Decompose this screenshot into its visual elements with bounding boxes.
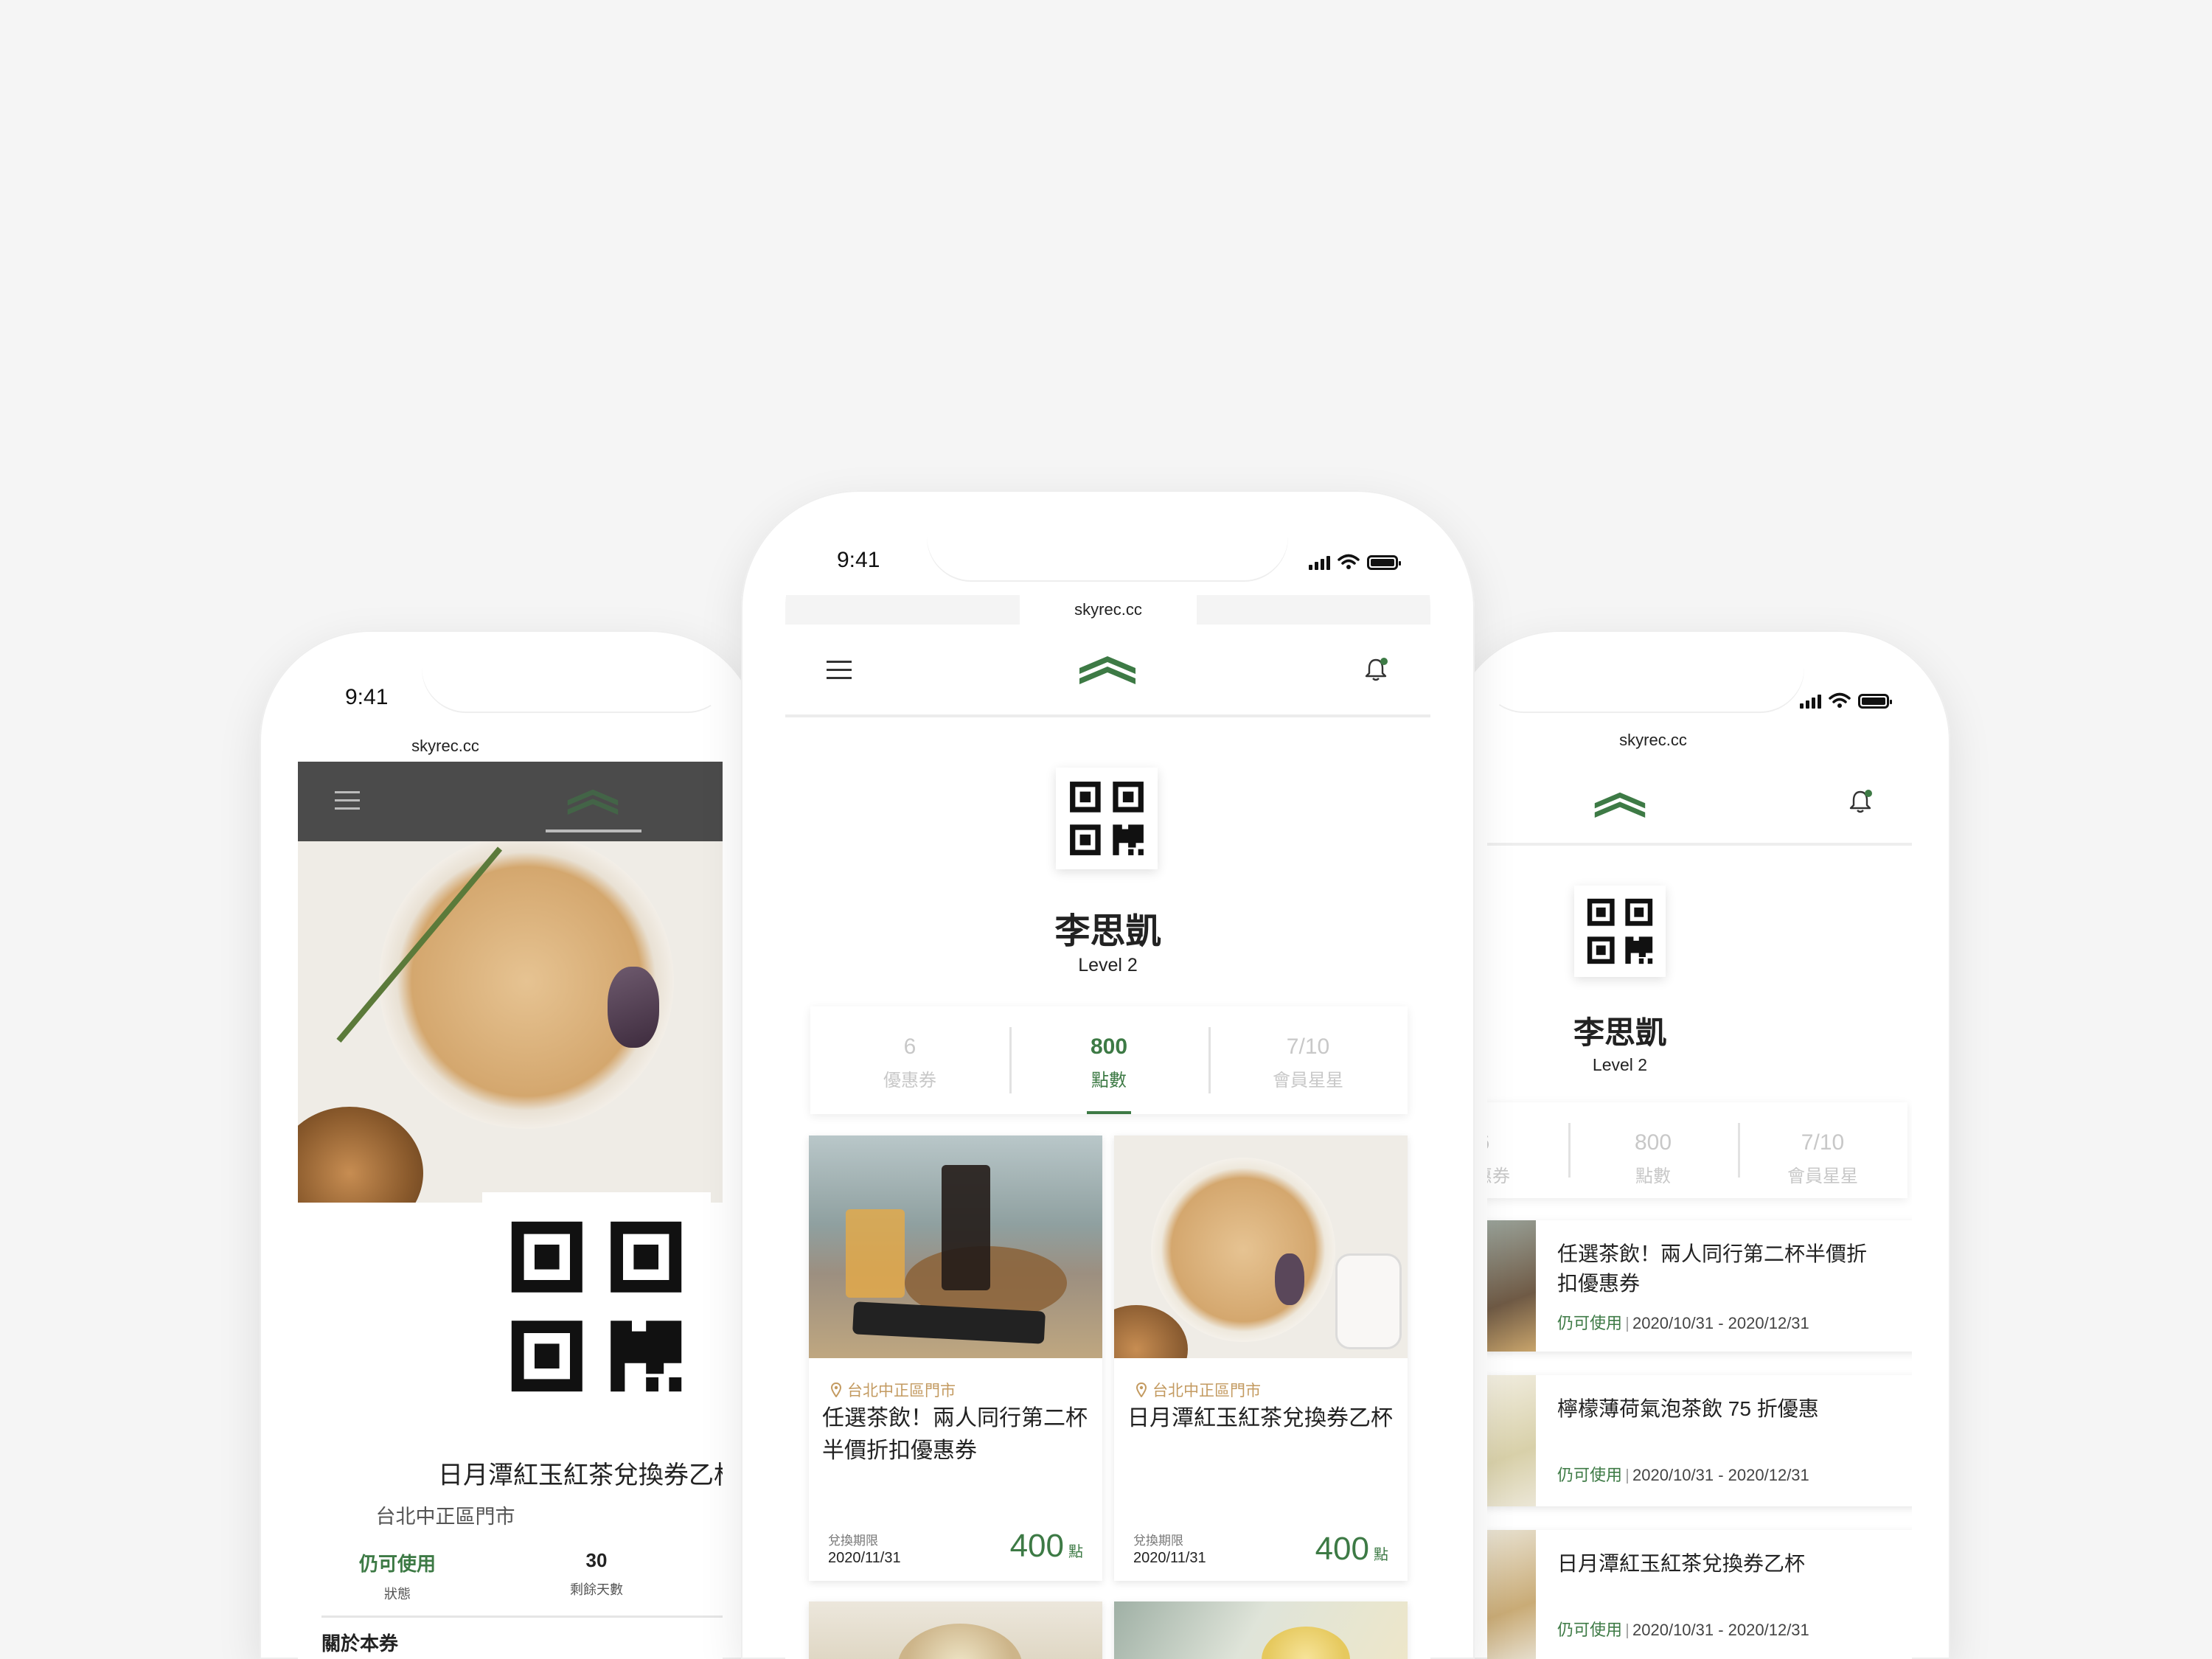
list-item[interactable]: 任選茶飲！兩人同行第二杯半價折扣優惠券 仍可使用 2020/10/31 - 202…: [1487, 1220, 1912, 1352]
stats-bar: 6優惠券 800點數 7/10會員星星: [1487, 1102, 1907, 1198]
coupon-thumbnail: [1487, 1220, 1536, 1352]
location-pin-icon: [1136, 1382, 1147, 1397]
voucher-days: 30 剩餘天數: [541, 1549, 652, 1599]
voucher-qr-code: [482, 1192, 711, 1421]
profile-level: Level 2: [1592, 1055, 1648, 1074]
reward-card[interactable]: 台北中正區門市 任選茶飲！兩人同行第二杯半價折扣優惠券 兌換期限 2020/11…: [809, 1135, 1102, 1581]
right-phone: skyrec.cc 李思凱 Level 2 6優惠券 800點數 7/10會員星…: [1449, 630, 1950, 1659]
card-location: 台北中正區門市: [1136, 1379, 1261, 1401]
points-cost: 400 點: [1315, 1531, 1388, 1567]
status-label: 狀態: [384, 1587, 411, 1601]
logo-icon[interactable]: [566, 787, 619, 816]
points-cost: 400 點: [1009, 1528, 1083, 1564]
profile-name: 李思凱: [1573, 1015, 1666, 1050]
url-bar[interactable]: skyrec.cc: [298, 737, 593, 756]
qr-code-button[interactable]: [1056, 768, 1158, 869]
card-image-tea-cup: [1114, 1135, 1408, 1358]
signal-icon: [1800, 695, 1821, 709]
coupon-title: 日月潭紅玉紅茶兌換券乙杯: [1557, 1552, 1806, 1575]
coupon-title: 任選茶飲！兩人同行第二杯半價折扣優惠券: [1557, 1242, 1868, 1295]
status-time: 9:41: [345, 685, 389, 709]
notch: [927, 527, 1288, 582]
app-header: [1487, 757, 1912, 846]
stat-coupons[interactable]: 6優惠券: [1487, 1102, 1568, 1198]
left-phone: 9:41 skyrec.cc 日月潭紅玉紅茶兌換券乙杯 台北中正區門市 仍可使用…: [260, 630, 761, 1659]
app-header: [298, 762, 723, 841]
card-location: 台北中正區門市: [831, 1379, 956, 1401]
expiry-date: 2020/11/31: [828, 1550, 901, 1566]
logo-icon[interactable]: [1078, 653, 1137, 686]
menu-icon[interactable]: [827, 660, 852, 679]
notch: [1487, 667, 1804, 713]
stat-stars[interactable]: 7/10 會員星星: [1738, 1102, 1907, 1198]
reward-card[interactable]: [1114, 1601, 1408, 1659]
coupon-meta: 仍可使用 2020/10/31 - 2020/12/31: [1557, 1314, 1809, 1332]
status-time: 9:41: [837, 548, 880, 572]
coupon-title: 檸檬薄荷氣泡茶飲 75 折優惠: [1557, 1397, 1819, 1420]
tea-image: [298, 841, 723, 1203]
about-heading: 關於本券: [321, 1632, 399, 1655]
qr-code-icon: [508, 1218, 685, 1395]
center-phone: 9:41 skyrec.cc 李思凱 Level 2 6 優惠券 800 點數 7/…: [741, 490, 1475, 1659]
stat-points[interactable]: 800 點數: [1009, 1006, 1208, 1114]
stats-bar: 6優惠券 800點數 7/10會員星星: [810, 1006, 1408, 1114]
coupon-thumbnail: [1487, 1530, 1536, 1659]
location-pin-icon: [831, 1382, 841, 1397]
bell-icon[interactable]: [1363, 656, 1389, 683]
app-header: [785, 625, 1430, 717]
url-bar[interactable]: skyrec.cc: [1561, 731, 1745, 750]
profile-level: Level 2: [1078, 955, 1138, 975]
expiry-label: 兌換期限: [828, 1534, 878, 1548]
divider: [321, 1615, 723, 1618]
voucher-status: 仍可使用 狀態: [349, 1549, 445, 1603]
bell-icon[interactable]: [1847, 788, 1874, 815]
card-image-latte: [809, 1601, 1102, 1659]
battery-icon: [1367, 555, 1401, 570]
wifi-icon: [1829, 692, 1851, 709]
qr-code-icon: [1068, 780, 1145, 857]
profile-name: 李思凱: [1054, 912, 1161, 951]
card-image-iced-tea: [809, 1135, 1102, 1358]
card-title: 日月潭紅玉紅茶兌換券乙杯: [1127, 1406, 1393, 1430]
logo-icon[interactable]: [1593, 790, 1646, 819]
center-phone-screen: 9:41 skyrec.cc 李思凱 Level 2 6 優惠券 800 點數 7/…: [785, 527, 1430, 1659]
qr-code-icon: [1586, 897, 1654, 965]
card-title: 任選茶飲！兩人同行第二杯半價折扣優惠券: [822, 1406, 1088, 1463]
list-item[interactable]: 日月潭紅玉紅茶兌換券乙杯 仍可使用 2020/10/31 - 2020/12/31: [1487, 1530, 1912, 1659]
stat-points[interactable]: 800 點數: [1568, 1102, 1738, 1198]
coupon-thumbnail: [1487, 1375, 1536, 1506]
battery-icon: [1858, 694, 1892, 709]
menu-icon[interactable]: [335, 791, 360, 810]
qr-code-button[interactable]: [1574, 886, 1666, 977]
days-value: 30: [585, 1549, 608, 1571]
coupon-meta: 仍可使用 2020/10/31 - 2020/12/31: [1557, 1466, 1809, 1484]
left-phone-screen: 9:41 skyrec.cc 日月潭紅玉紅茶兌換券乙杯 台北中正區門市 仍可使用…: [298, 667, 723, 1659]
days-label: 剩餘天數: [570, 1582, 623, 1597]
reward-card[interactable]: 台北中正區門市 日月潭紅玉紅茶兌換券乙杯 兌換期限 2020/11/31 400…: [1114, 1135, 1408, 1581]
list-item[interactable]: 檸檬薄荷氣泡茶飲 75 折優惠 仍可使用 2020/10/31 - 2020/12…: [1487, 1375, 1912, 1506]
status-icons: [1800, 692, 1892, 709]
expiry-date: 2020/11/31: [1133, 1550, 1206, 1566]
notch: [422, 667, 723, 713]
card-image-lemon-drink: [1114, 1601, 1408, 1659]
signal-icon: [1309, 556, 1330, 570]
stat-stars[interactable]: 7/10 會員星星: [1208, 1006, 1408, 1114]
url-bar[interactable]: skyrec.cc: [1020, 595, 1197, 625]
header-indicator: [546, 830, 641, 832]
reward-card[interactable]: [809, 1601, 1102, 1659]
wifi-icon: [1338, 554, 1360, 570]
voucher-store: 台北中正區門市: [375, 1506, 515, 1528]
active-tab-underline: [1087, 1111, 1131, 1114]
right-phone-screen: skyrec.cc 李思凱 Level 2 6優惠券 800點數 7/10會員星…: [1487, 667, 1912, 1659]
stat-coupons[interactable]: 6優惠券: [810, 1006, 1009, 1114]
status-value: 仍可使用: [358, 1553, 436, 1575]
status-icons: [1309, 554, 1401, 570]
voucher-title: 日月潭紅玉紅茶兌換券乙杯: [438, 1461, 723, 1489]
expiry-label: 兌換期限: [1133, 1534, 1183, 1548]
coupon-meta: 仍可使用 2020/10/31 - 2020/12/31: [1557, 1621, 1809, 1639]
